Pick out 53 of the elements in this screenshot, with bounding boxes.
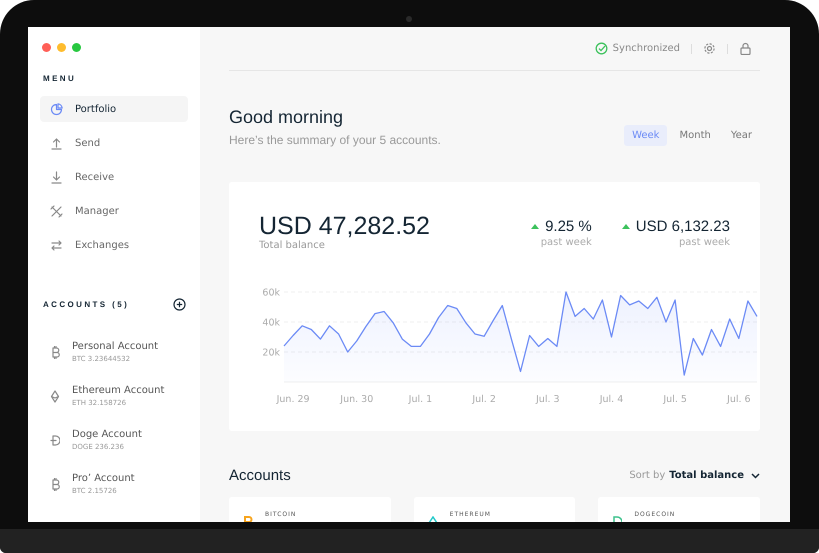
bitcoin-icon xyxy=(50,346,60,359)
account-name[interactable]: Ethereum Account xyxy=(72,385,164,397)
account-name[interactable]: Pro’ Account xyxy=(72,473,135,485)
stat-value: 9.25 % xyxy=(545,218,592,235)
nav-item[interactable]: Receive xyxy=(40,164,188,190)
y-axis-label: 40k xyxy=(262,318,280,328)
y-axis-label: 20k xyxy=(262,348,280,358)
x-axis-label: Jun. 29 xyxy=(276,394,310,405)
lock-icon[interactable] xyxy=(739,42,752,55)
menu-heading: MENU xyxy=(43,74,78,83)
sync-status: Synchronized xyxy=(612,43,680,54)
x-axis-label: Jul. 1 xyxy=(408,394,432,405)
x-axis-label: Jul. 6 xyxy=(727,394,751,405)
stat-value: USD 6,132.23 xyxy=(636,218,730,235)
greeting-subtitle: Here’s the summary of your 5 accounts. xyxy=(229,133,441,147)
x-axis-label: Jul. 2 xyxy=(472,394,496,405)
caret-icon xyxy=(751,472,760,478)
total-balance: USD 47,282.52 xyxy=(259,212,430,240)
x-axis-label: Jun. 30 xyxy=(340,394,374,405)
check-circle-icon xyxy=(594,42,608,55)
nav-item[interactable]: Send xyxy=(40,130,188,156)
account-name[interactable]: Personal Account xyxy=(72,341,158,353)
nav-item[interactable]: Portfolio xyxy=(40,96,188,122)
y-axis-label: 60k xyxy=(262,288,280,298)
close-dot[interactable] xyxy=(42,43,51,52)
upload-arrow-icon xyxy=(50,136,63,150)
camera-dot xyxy=(406,16,412,22)
stat-label: past week xyxy=(678,237,730,248)
account-name[interactable]: Doge Account xyxy=(72,429,142,441)
minimize-dot[interactable] xyxy=(57,43,66,52)
x-axis-label: Jul. 3 xyxy=(536,394,560,405)
tools-icon xyxy=(50,204,63,218)
period-tab[interactable]: Year xyxy=(722,125,760,146)
x-axis-label: Jul. 5 xyxy=(663,394,687,405)
section-title: Accounts xyxy=(229,467,291,484)
settings-icon[interactable] xyxy=(703,42,716,55)
add-icon[interactable] xyxy=(173,298,186,311)
swap-arrows-icon xyxy=(50,238,63,252)
nav-item[interactable]: Manager xyxy=(40,198,188,224)
maximize-dot[interactable] xyxy=(72,43,81,52)
dogecoin-icon xyxy=(50,434,60,447)
download-arrow-icon xyxy=(50,170,63,184)
greeting-title: Good morning xyxy=(229,107,344,128)
sort-dropdown[interactable]: Sort by Total balance xyxy=(629,470,760,481)
nav-item[interactable]: Exchanges xyxy=(40,232,188,258)
x-axis-label: Jul. 4 xyxy=(600,394,624,405)
bitcoin-icon xyxy=(50,478,60,491)
accounts-heading: ACCOUNTS (5) xyxy=(43,300,130,309)
stat-label: past week xyxy=(540,237,592,248)
pie-chart-icon xyxy=(50,102,63,116)
balance-label: Total balance xyxy=(259,240,326,251)
period-tab[interactable]: Month xyxy=(671,125,719,146)
ethereum-icon xyxy=(50,390,60,403)
